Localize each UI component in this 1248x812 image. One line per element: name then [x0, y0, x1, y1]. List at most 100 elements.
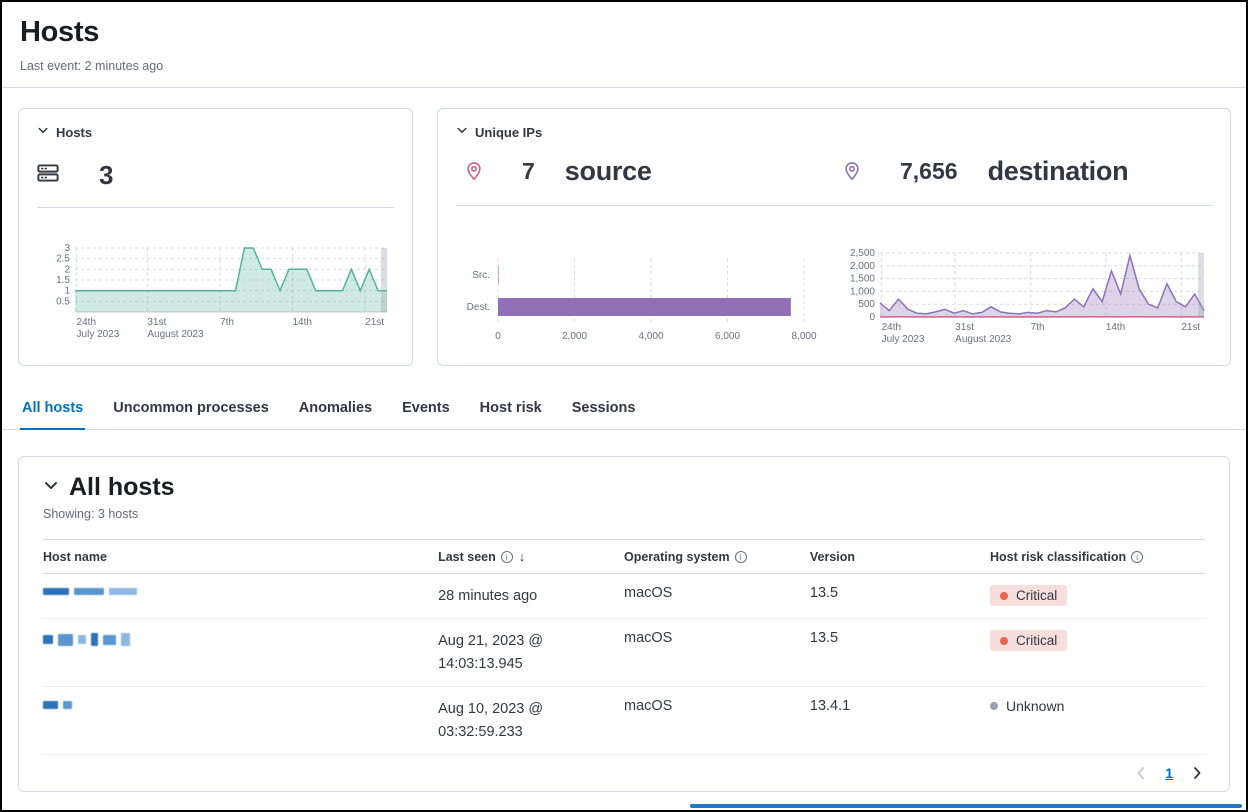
last-seen-value: Aug 21, 2023 @ 14:03:13.945 — [438, 630, 570, 675]
svg-text:24th: 24th — [77, 317, 96, 328]
page-header: Hosts Last event: 2 minutes ago — [2, 2, 1246, 73]
hosts-panel-title: Hosts — [56, 125, 92, 140]
redaction-block — [121, 633, 130, 646]
svg-text:0.5: 0.5 — [56, 296, 70, 307]
svg-text:2,500: 2,500 — [850, 248, 875, 259]
svg-text:31st: 31st — [955, 322, 974, 333]
all-hosts-table: Host nameLast seeni↓Operating systemiVer… — [43, 539, 1205, 755]
operating-system-value: macOS — [624, 574, 810, 619]
svg-text:August 2023: August 2023 — [147, 329, 204, 340]
redaction-block — [63, 701, 72, 709]
last-seen-cell: Aug 21, 2023 @ 14:03:13.945 — [438, 619, 624, 687]
svg-text:3: 3 — [64, 243, 70, 254]
redaction-block — [58, 634, 73, 646]
info-icon[interactable]: i — [1131, 551, 1143, 563]
pagination-page-1[interactable]: 1 — [1165, 765, 1173, 781]
unique-ips-charts: 02,0004,0006,0008,000Src.Dest. 05001,000… — [456, 247, 1212, 351]
map-pin-icon — [842, 161, 862, 181]
all-hosts-collapse-toggle[interactable] — [43, 477, 59, 498]
hosts-page: Hosts Last event: 2 minutes ago Hosts — [0, 0, 1248, 812]
pagination-next-button[interactable] — [1189, 765, 1205, 781]
table-row: 28 minutes agomacOS13.5Critical — [43, 574, 1205, 619]
panel-divider — [456, 205, 1212, 206]
kpi-row: Hosts 3 0.511.522.5324thJuly 20 — [2, 88, 1246, 366]
last-seen-cell: 28 minutes ago — [438, 574, 624, 619]
svg-text:1,500: 1,500 — [850, 274, 875, 285]
host-name-redacted-link[interactable] — [43, 698, 430, 709]
risk-dot-icon — [1000, 592, 1008, 600]
svg-text:14th: 14th — [1106, 322, 1125, 333]
info-icon[interactable]: i — [735, 551, 747, 563]
risk-cell: Critical — [990, 574, 1205, 619]
info-icon[interactable]: i — [501, 551, 513, 563]
table-body: 28 minutes agomacOS13.5Critical Aug 21, 2… — [43, 574, 1205, 755]
svg-text:14th: 14th — [292, 317, 311, 328]
unique-ips-kpi-panel: Unique IPs 7 source — [437, 108, 1231, 366]
redaction-block — [43, 701, 58, 709]
svg-text:August 2023: August 2023 — [955, 334, 1012, 345]
host-name-redacted-link[interactable] — [43, 585, 430, 595]
showing-count: Showing: 3 hosts — [43, 507, 1205, 521]
pagination: 1 — [43, 755, 1205, 785]
unique-ips-bar-chart[interactable]: 02,0004,0006,0008,000Src.Dest. — [456, 251, 826, 351]
last-event-text: Last event: 2 minutes ago — [20, 59, 1228, 73]
svg-text:21st: 21st — [365, 317, 384, 328]
host-name-redacted-link[interactable] — [43, 630, 430, 646]
column-label: Version — [810, 550, 855, 564]
svg-text:Dest.: Dest. — [467, 302, 490, 313]
risk-badge-unknown: Unknown — [990, 698, 1064, 714]
svg-text:7th: 7th — [1031, 322, 1045, 333]
tab-sessions[interactable]: Sessions — [570, 392, 638, 429]
tab-all-hosts[interactable]: All hosts — [20, 392, 85, 430]
redaction-block — [103, 635, 116, 645]
unique-ips-panel-collapse-toggle[interactable]: Unique IPs — [456, 123, 1212, 141]
svg-text:1: 1 — [64, 286, 70, 297]
destination-label: destination — [988, 156, 1129, 187]
svg-text:July 2023: July 2023 — [77, 329, 120, 340]
column-header-host-name[interactable]: Host name — [43, 540, 438, 574]
hosts-count: 3 — [99, 160, 113, 191]
tab-anomalies[interactable]: Anomalies — [297, 392, 374, 429]
chevron-down-icon — [37, 123, 49, 141]
svg-text:0: 0 — [495, 331, 501, 342]
risk-badge-critical: Critical — [990, 585, 1067, 606]
table-row: Aug 10, 2023 @ 03:32:59.233macOS13.4.1Un… — [43, 687, 1205, 755]
pagination-prev-button[interactable] — [1133, 765, 1149, 781]
panel-divider — [37, 207, 394, 208]
column-header-version[interactable]: Version — [810, 540, 990, 574]
source-ip-count: 7 — [522, 158, 535, 185]
source-label: source — [565, 156, 652, 187]
svg-text:2,000: 2,000 — [562, 331, 587, 342]
risk-label: Unknown — [1006, 698, 1064, 714]
risk-label: Critical — [1016, 588, 1057, 603]
source-ip-metric: 7 source — [456, 151, 834, 191]
unique-ips-metrics: 7 source 7,656 destination — [456, 151, 1212, 191]
hosts-panel-collapse-toggle[interactable]: Hosts — [37, 123, 394, 141]
redaction-block — [78, 635, 86, 644]
redaction-block — [43, 588, 69, 595]
unique-ips-area-chart[interactable]: 05001,0001,5002,0002,50024thJuly 202331s… — [842, 247, 1212, 351]
tab-events[interactable]: Events — [400, 392, 452, 429]
column-header-host-risk-classification[interactable]: Host risk classificationi — [990, 540, 1205, 574]
host-name-cell — [43, 574, 438, 619]
sort-desc-icon: ↓ — [519, 549, 526, 564]
hosts-area-chart[interactable]: 0.511.522.5324thJuly 202331stAugust 2023… — [37, 242, 395, 346]
redaction-block — [43, 635, 53, 644]
host-name-cell — [43, 619, 438, 687]
redaction-block — [91, 633, 98, 646]
risk-dot-icon — [990, 702, 998, 710]
svg-text:6,000: 6,000 — [715, 331, 740, 342]
horizontal-scrollbar[interactable] — [690, 804, 1242, 808]
svg-text:2: 2 — [64, 264, 70, 275]
all-hosts-title: All hosts — [69, 473, 175, 502]
tab-host-risk[interactable]: Host risk — [478, 392, 544, 429]
all-hosts-panel: All hosts Showing: 3 hosts Host nameLast… — [18, 456, 1230, 792]
storage-icon — [37, 162, 59, 189]
svg-text:7th: 7th — [220, 317, 234, 328]
destination-ip-metric: 7,656 destination — [834, 151, 1212, 191]
tab-uncommon-processes[interactable]: Uncommon processes — [111, 392, 271, 429]
svg-text:500: 500 — [858, 299, 875, 310]
column-header-operating-system[interactable]: Operating systemi — [624, 540, 810, 574]
column-header-last-seen[interactable]: Last seeni↓ — [438, 540, 624, 574]
last-seen-cell: Aug 10, 2023 @ 03:32:59.233 — [438, 687, 624, 755]
